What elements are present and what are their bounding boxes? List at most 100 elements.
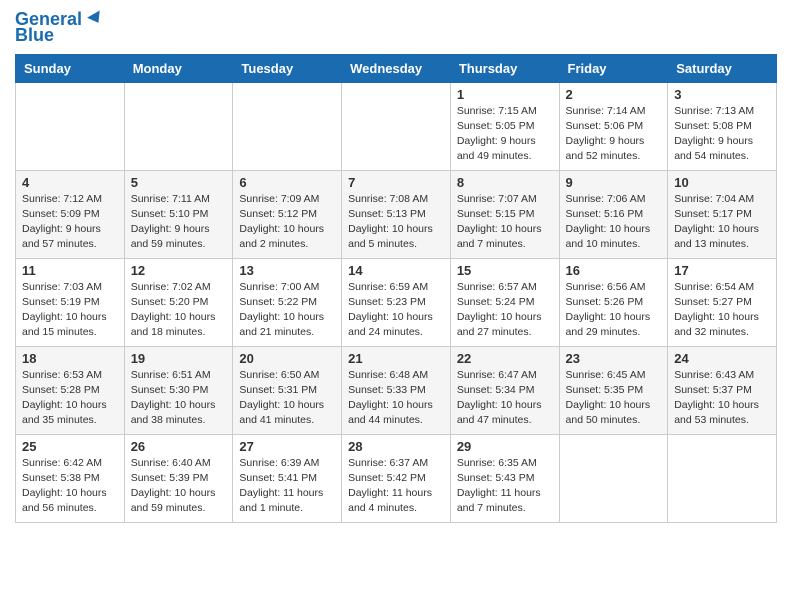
day-info: Sunrise: 6:53 AM Sunset: 5:28 PM Dayligh…: [22, 368, 118, 429]
calendar-cell: [342, 82, 451, 170]
day-info: Sunrise: 7:09 AM Sunset: 5:12 PM Dayligh…: [239, 192, 335, 253]
calendar-week-row: 1 Sunrise: 7:15 AM Sunset: 5:05 PM Daylig…: [16, 82, 777, 170]
calendar-cell: [16, 82, 125, 170]
day-number: 16: [566, 263, 662, 278]
day-number: 4: [22, 175, 118, 190]
calendar-cell: 19 Sunrise: 6:51 AM Sunset: 5:30 PM Dayli…: [124, 346, 233, 434]
day-number: 7: [348, 175, 444, 190]
weekday-header-tuesday: Tuesday: [233, 54, 342, 82]
calendar-cell: 4 Sunrise: 7:12 AM Sunset: 5:09 PM Daylig…: [16, 170, 125, 258]
calendar-cell: 9 Sunrise: 7:06 AM Sunset: 5:16 PM Daylig…: [559, 170, 668, 258]
calendar-cell: 7 Sunrise: 7:08 AM Sunset: 5:13 PM Daylig…: [342, 170, 451, 258]
day-info: Sunrise: 6:42 AM Sunset: 5:38 PM Dayligh…: [22, 456, 118, 517]
weekday-header-friday: Friday: [559, 54, 668, 82]
header-section: General Blue: [15, 10, 777, 46]
calendar-week-row: 18 Sunrise: 6:53 AM Sunset: 5:28 PM Dayli…: [16, 346, 777, 434]
day-number: 13: [239, 263, 335, 278]
day-info: Sunrise: 6:35 AM Sunset: 5:43 PM Dayligh…: [457, 456, 553, 517]
day-info: Sunrise: 6:50 AM Sunset: 5:31 PM Dayligh…: [239, 368, 335, 429]
day-info: Sunrise: 7:03 AM Sunset: 5:19 PM Dayligh…: [22, 280, 118, 341]
day-number: 11: [22, 263, 118, 278]
calendar-cell: 3 Sunrise: 7:13 AM Sunset: 5:08 PM Daylig…: [668, 82, 777, 170]
day-number: 5: [131, 175, 227, 190]
calendar-cell: 20Sunrise: 6:50 AM Sunset: 5:31 PM Dayli…: [233, 346, 342, 434]
calendar-cell: 11 Sunrise: 7:03 AM Sunset: 5:19 PM Dayli…: [16, 258, 125, 346]
calendar-cell: 26Sunrise: 6:40 AM Sunset: 5:39 PM Dayli…: [124, 434, 233, 522]
day-number: 25: [22, 439, 118, 454]
day-info: Sunrise: 7:08 AM Sunset: 5:13 PM Dayligh…: [348, 192, 444, 253]
day-info: Sunrise: 6:37 AM Sunset: 5:42 PM Dayligh…: [348, 456, 444, 517]
day-number: 23: [566, 351, 662, 366]
calendar-cell: 28 Sunrise: 6:37 AM Sunset: 5:42 PM Dayli…: [342, 434, 451, 522]
day-info: Sunrise: 6:45 AM Sunset: 5:35 PM Dayligh…: [566, 368, 662, 429]
day-number: 12: [131, 263, 227, 278]
calendar-cell: 24 Sunrise: 6:43 AM Sunset: 5:37 PM Dayli…: [668, 346, 777, 434]
day-info: Sunrise: 6:48 AM Sunset: 5:33 PM Dayligh…: [348, 368, 444, 429]
day-number: 2: [566, 87, 662, 102]
day-number: 29: [457, 439, 553, 454]
day-number: 28: [348, 439, 444, 454]
calendar-cell: 14 Sunrise: 6:59 AM Sunset: 5:23 PM Dayli…: [342, 258, 451, 346]
calendar-table: SundayMondayTuesdayWednesdayThursdayFrid…: [15, 54, 777, 523]
calendar-cell: [559, 434, 668, 522]
day-info: Sunrise: 7:14 AM Sunset: 5:06 PM Dayligh…: [566, 104, 662, 165]
day-info: Sunrise: 6:51 AM Sunset: 5:30 PM Dayligh…: [131, 368, 227, 429]
day-info: Sunrise: 7:00 AM Sunset: 5:22 PM Dayligh…: [239, 280, 335, 341]
day-number: 15: [457, 263, 553, 278]
calendar-cell: 27Sunrise: 6:39 AM Sunset: 5:41 PM Dayli…: [233, 434, 342, 522]
calendar-cell: 8 Sunrise: 7:07 AM Sunset: 5:15 PM Daylig…: [450, 170, 559, 258]
calendar-cell: 21 Sunrise: 6:48 AM Sunset: 5:33 PM Dayli…: [342, 346, 451, 434]
day-number: 27: [239, 439, 335, 454]
day-number: 26: [131, 439, 227, 454]
logo-icon: [84, 6, 108, 30]
day-info: Sunrise: 6:47 AM Sunset: 5:34 PM Dayligh…: [457, 368, 553, 429]
day-info: Sunrise: 6:43 AM Sunset: 5:37 PM Dayligh…: [674, 368, 770, 429]
calendar-week-row: 11 Sunrise: 7:03 AM Sunset: 5:19 PM Dayli…: [16, 258, 777, 346]
calendar-cell: 17Sunrise: 6:54 AM Sunset: 5:27 PM Dayli…: [668, 258, 777, 346]
day-info: Sunrise: 7:11 AM Sunset: 5:10 PM Dayligh…: [131, 192, 227, 253]
day-number: 10: [674, 175, 770, 190]
day-info: Sunrise: 7:15 AM Sunset: 5:05 PM Dayligh…: [457, 104, 553, 165]
weekday-header-monday: Monday: [124, 54, 233, 82]
calendar-cell: 16 Sunrise: 6:56 AM Sunset: 5:26 PM Dayli…: [559, 258, 668, 346]
calendar-cell: 25 Sunrise: 6:42 AM Sunset: 5:38 PM Dayli…: [16, 434, 125, 522]
day-info: Sunrise: 7:12 AM Sunset: 5:09 PM Dayligh…: [22, 192, 118, 253]
day-info: Sunrise: 7:13 AM Sunset: 5:08 PM Dayligh…: [674, 104, 770, 165]
day-number: 19: [131, 351, 227, 366]
calendar-cell: 23 Sunrise: 6:45 AM Sunset: 5:35 PM Dayli…: [559, 346, 668, 434]
calendar-cell: [668, 434, 777, 522]
calendar-cell: 10 Sunrise: 7:04 AM Sunset: 5:17 PM Dayli…: [668, 170, 777, 258]
day-info: Sunrise: 6:59 AM Sunset: 5:23 PM Dayligh…: [348, 280, 444, 341]
calendar-cell: [233, 82, 342, 170]
day-info: Sunrise: 7:04 AM Sunset: 5:17 PM Dayligh…: [674, 192, 770, 253]
day-number: 22: [457, 351, 553, 366]
day-number: 24: [674, 351, 770, 366]
calendar-cell: 13 Sunrise: 7:00 AM Sunset: 5:22 PM Dayli…: [233, 258, 342, 346]
logo-text-blue: Blue: [15, 26, 54, 46]
day-number: 1: [457, 87, 553, 102]
day-info: Sunrise: 7:06 AM Sunset: 5:16 PM Dayligh…: [566, 192, 662, 253]
day-number: 18: [22, 351, 118, 366]
day-number: 21: [348, 351, 444, 366]
day-info: Sunrise: 6:57 AM Sunset: 5:24 PM Dayligh…: [457, 280, 553, 341]
page: General Blue SundayMondayTuesdayWednesda…: [0, 0, 792, 533]
weekday-header-thursday: Thursday: [450, 54, 559, 82]
day-number: 6: [239, 175, 335, 190]
day-number: 8: [457, 175, 553, 190]
calendar-cell: 15 Sunrise: 6:57 AM Sunset: 5:24 PM Dayli…: [450, 258, 559, 346]
calendar-cell: 1 Sunrise: 7:15 AM Sunset: 5:05 PM Daylig…: [450, 82, 559, 170]
day-number: 3: [674, 87, 770, 102]
day-number: 9: [566, 175, 662, 190]
day-info: Sunrise: 6:56 AM Sunset: 5:26 PM Dayligh…: [566, 280, 662, 341]
logo: General Blue: [15, 10, 108, 46]
calendar-cell: 18 Sunrise: 6:53 AM Sunset: 5:28 PM Dayli…: [16, 346, 125, 434]
calendar-cell: 5 Sunrise: 7:11 AM Sunset: 5:10 PM Daylig…: [124, 170, 233, 258]
calendar-cell: 29 Sunrise: 6:35 AM Sunset: 5:43 PM Dayli…: [450, 434, 559, 522]
calendar-week-row: 25 Sunrise: 6:42 AM Sunset: 5:38 PM Dayli…: [16, 434, 777, 522]
day-info: Sunrise: 7:07 AM Sunset: 5:15 PM Dayligh…: [457, 192, 553, 253]
calendar-cell: 22 Sunrise: 6:47 AM Sunset: 5:34 PM Dayli…: [450, 346, 559, 434]
day-number: 14: [348, 263, 444, 278]
calendar-week-row: 4 Sunrise: 7:12 AM Sunset: 5:09 PM Daylig…: [16, 170, 777, 258]
day-info: Sunrise: 7:02 AM Sunset: 5:20 PM Dayligh…: [131, 280, 227, 341]
calendar-cell: 12 Sunrise: 7:02 AM Sunset: 5:20 PM Dayli…: [124, 258, 233, 346]
